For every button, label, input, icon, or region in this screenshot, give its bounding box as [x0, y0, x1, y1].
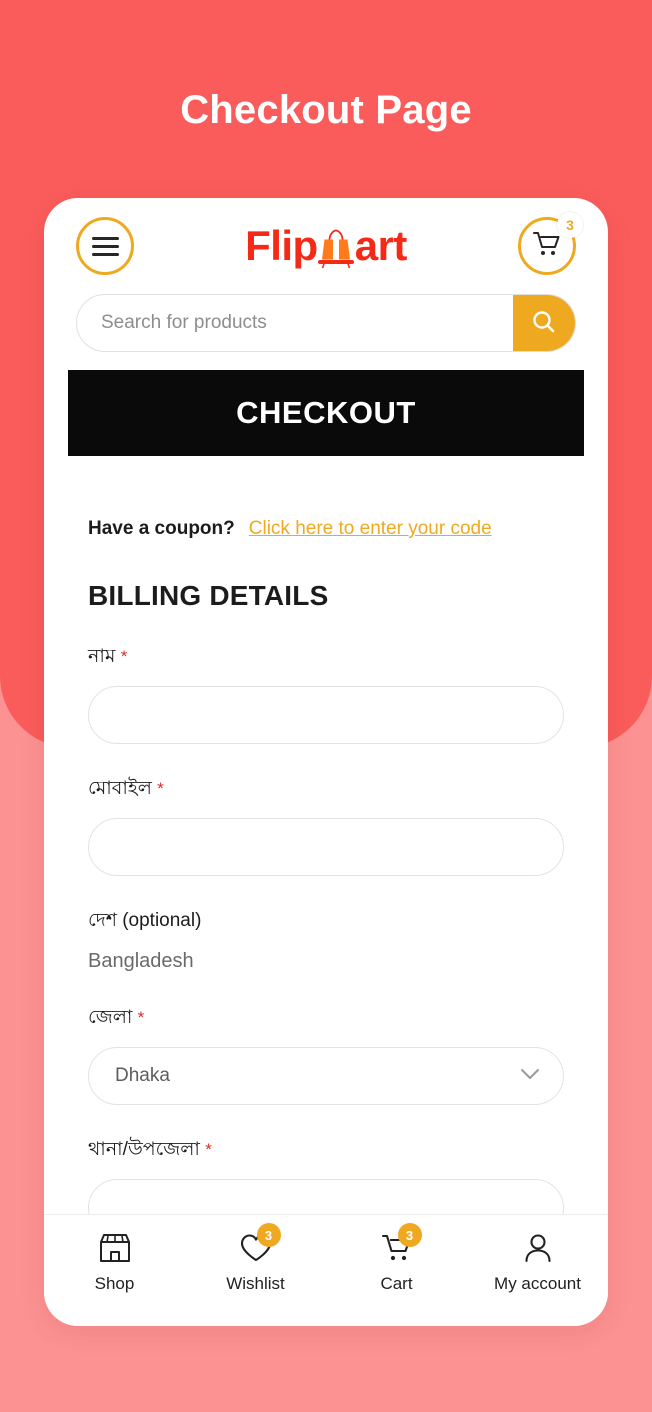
- shopping-bag-icon: [315, 223, 357, 269]
- shopping-cart-icon: [532, 230, 562, 263]
- nav-item-shop[interactable]: Shop: [54, 1229, 176, 1294]
- field-mobile: মোবাইল *: [88, 774, 564, 876]
- phone-mockup: Flip art 3 Search for products CHECKOUT …: [44, 198, 608, 1326]
- cart-button[interactable]: 3: [517, 212, 583, 275]
- field-name: নাম *: [88, 642, 564, 744]
- logo-text-after: art: [354, 222, 408, 269]
- field-name-label: নাম *: [88, 642, 564, 674]
- search-row: [44, 294, 608, 352]
- field-name-required: *: [120, 647, 128, 666]
- hamburger-menu-icon: [91, 236, 119, 256]
- field-mobile-required: *: [157, 779, 164, 798]
- field-district-required: *: [137, 1008, 145, 1027]
- field-country: দেশ (optional) Bangladesh: [88, 906, 564, 973]
- bottom-navigation: Shop 3 Wishlist 3 Cart My account: [44, 1214, 608, 1326]
- checkout-banner: CHECKOUT: [68, 370, 584, 456]
- field-thana-label-text: থানা/উপজেলা: [88, 1139, 200, 1160]
- user-icon: [517, 1229, 559, 1267]
- billing-details-title: BILLING DETAILS: [88, 580, 329, 611]
- search-icon: [531, 309, 557, 338]
- search-input[interactable]: [77, 295, 513, 351]
- field-country-value: Bangladesh: [88, 950, 194, 972]
- nav-item-cart[interactable]: 3 Cart: [336, 1223, 458, 1294]
- nav-item-wishlist[interactable]: 3 Wishlist: [195, 1223, 317, 1294]
- coupon-row: Have a coupon? Click here to enter your …: [88, 518, 564, 540]
- search-button[interactable]: [513, 295, 575, 351]
- nav-label-my-account: My account: [494, 1274, 581, 1293]
- search-bar: [76, 294, 576, 352]
- field-mobile-label-text: মোবাইল: [88, 778, 152, 799]
- app-header: Flip art 3: [44, 198, 608, 294]
- field-thana-label: থানা/উপজেলা *: [88, 1135, 564, 1167]
- field-name-input[interactable]: [88, 686, 564, 744]
- cart-icon: 3: [376, 1223, 422, 1267]
- field-mobile-input[interactable]: [88, 818, 564, 876]
- nav-label-cart: Cart: [380, 1274, 413, 1293]
- field-district-label: জেলা *: [88, 1003, 564, 1035]
- field-district-label-text: জেলা: [88, 1007, 133, 1028]
- nav-badge-cart: 3: [397, 1223, 422, 1247]
- nav-label-wishlist: Wishlist: [226, 1274, 285, 1293]
- app-logo[interactable]: Flip art: [245, 223, 407, 269]
- page-title: Checkout Page: [180, 88, 472, 132]
- field-thana-required: *: [205, 1140, 212, 1159]
- hamburger-menu-button[interactable]: [76, 217, 134, 275]
- checkout-content: Have a coupon? Click here to enter your …: [44, 518, 608, 1237]
- field-name-label-text: নাম: [88, 646, 116, 667]
- coupon-label: Have a coupon?: [88, 518, 235, 539]
- coupon-link[interactable]: Click here to enter your code: [249, 518, 492, 540]
- field-district-select-wrap: [88, 1047, 564, 1105]
- field-mobile-label: মোবাইল *: [88, 774, 564, 806]
- nav-label-shop: Shop: [94, 1274, 135, 1293]
- nav-badge-wishlist: 3: [256, 1223, 281, 1247]
- heart-icon: 3: [235, 1223, 281, 1267]
- logo-text-before: Flip: [245, 222, 318, 269]
- field-district: জেলা *: [88, 1003, 564, 1105]
- store-icon: [94, 1229, 136, 1267]
- field-country-label: দেশ (optional): [88, 910, 202, 931]
- cart-count-badge: 3: [556, 212, 583, 238]
- field-district-select[interactable]: [88, 1047, 564, 1105]
- nav-item-my-account[interactable]: My account: [477, 1229, 599, 1294]
